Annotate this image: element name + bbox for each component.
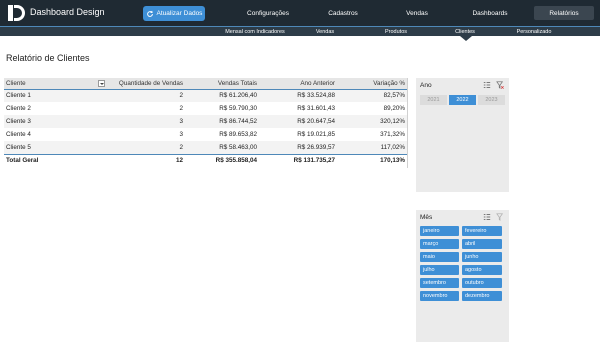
cell-cliente: Cliente 5 <box>4 141 104 154</box>
client-report-table: Cliente Quantidade de Vendas Vendas Tota… <box>4 78 407 166</box>
cell-vendas-totais: R$ 89.653,82 <box>185 128 259 141</box>
cell-quantidade: 2 <box>104 89 185 102</box>
nav-relatorios[interactable]: Relatórios <box>534 6 594 20</box>
app-title: Dashboard Design <box>30 7 105 17</box>
table-row: Cliente 5 2 R$ 58.463,00 R$ 26.939,57 11… <box>4 141 407 154</box>
slicer-mes-item[interactable]: janeiro <box>420 226 459 236</box>
slicer-mes-item[interactable]: novembro <box>420 291 459 301</box>
nav-cadastros[interactable]: Cadastros <box>318 0 368 26</box>
slicer-ano-title: Ano <box>420 82 432 89</box>
subnav-produtos[interactable]: Produtos <box>377 27 415 37</box>
slicer-ano: Ano 2021 2022 2023 <box>416 78 509 192</box>
dropdown-filter-icon[interactable] <box>98 80 105 87</box>
total-quantidade: 12 <box>104 153 185 166</box>
multi-select-icon[interactable] <box>483 81 491 89</box>
table-total-row: Total Geral 12 R$ 355.858,04 R$ 131.735,… <box>4 153 407 166</box>
subnav-vendas[interactable]: Vendas <box>308 27 342 37</box>
header-quantidade: Quantidade de Vendas <box>104 78 185 90</box>
cell-cliente: Cliente 2 <box>4 102 104 115</box>
refresh-data-button[interactable]: Atualizar Dados <box>143 6 205 21</box>
cell-variacao: 320,12% <box>337 115 407 128</box>
slicer-ano-item[interactable]: 2023 <box>478 95 505 105</box>
cell-cliente: Cliente 4 <box>4 128 104 141</box>
cell-ano-anterior: R$ 20.647,54 <box>259 115 337 128</box>
slicer-mes: Mês janeiro fevereiro março abril maio j… <box>416 210 509 342</box>
multi-select-icon[interactable] <box>483 213 491 221</box>
table-row: Cliente 2 2 R$ 59.790,30 R$ 31.601,43 89… <box>4 102 407 115</box>
clear-filter-icon[interactable] <box>496 213 504 221</box>
slicer-ano-item[interactable]: 2022 <box>449 95 476 105</box>
slicer-mes-item[interactable]: junho <box>462 252 502 262</box>
total-label: Total Geral <box>4 153 104 166</box>
header-vendas-totais: Vendas Totais <box>185 78 259 90</box>
header-cliente-label: Cliente <box>6 79 26 87</box>
slicer-mes-items: janeiro fevereiro março abril maio junho… <box>420 226 504 301</box>
header-cliente: Cliente <box>4 78 105 90</box>
sub-nav-bar: Mensal com Indicadores Vendas Produtos C… <box>0 26 600 36</box>
slicer-ano-item[interactable]: 2021 <box>420 95 447 105</box>
clear-filter-icon[interactable] <box>496 81 504 89</box>
cell-ano-anterior: R$ 26.939,57 <box>259 141 337 154</box>
slicer-mes-title: Mês <box>420 214 433 221</box>
slicer-mes-item[interactable]: julho <box>420 265 459 275</box>
slicer-mes-item[interactable]: maio <box>420 252 459 262</box>
subnav-mensal-indicadores[interactable]: Mensal com Indicadores <box>222 27 288 37</box>
cell-ano-anterior: R$ 31.601,43 <box>259 102 337 115</box>
cell-cliente: Cliente 3 <box>4 115 104 128</box>
table-header-row: Cliente Quantidade de Vendas Vendas Tota… <box>4 78 407 90</box>
page-title: Relatório de Clientes <box>6 53 90 63</box>
subnav-personalizado[interactable]: Personalizado <box>510 27 558 37</box>
nav-configuracoes[interactable]: Configurações <box>236 0 300 26</box>
total-ano-anterior: R$ 131.735,27 <box>259 153 337 166</box>
slicer-mes-item[interactable]: setembro <box>420 278 459 288</box>
total-vendas-totais: R$ 355.858,04 <box>185 153 259 166</box>
slicer-mes-item[interactable]: abril <box>462 239 502 249</box>
refresh-icon <box>146 10 153 17</box>
slicer-mes-item[interactable]: outubro <box>462 278 502 288</box>
header-ano-anterior: Ano Anterior <box>259 78 337 90</box>
table-row: Cliente 4 3 R$ 89.653,82 R$ 19.021,85 37… <box>4 128 407 141</box>
header-variacao: Variação % <box>337 78 407 90</box>
slicer-mes-item[interactable]: fevereiro <box>462 226 502 236</box>
table-right-border <box>407 78 408 168</box>
cell-vendas-totais: R$ 59.790,30 <box>185 102 259 115</box>
cell-cliente: Cliente 1 <box>4 89 104 102</box>
cell-ano-anterior: R$ 33.524,88 <box>259 89 337 102</box>
cell-variacao: 82,57% <box>337 89 407 102</box>
cell-ano-anterior: R$ 19.021,85 <box>259 128 337 141</box>
table-row: Cliente 3 3 R$ 86.744,52 R$ 20.647,54 32… <box>4 115 407 128</box>
slicer-mes-item[interactable]: agosto <box>462 265 502 275</box>
logo-icon <box>8 5 26 21</box>
slicer-mes-item[interactable]: março <box>420 239 459 249</box>
cell-quantidade: 2 <box>104 141 185 154</box>
cell-variacao: 117,02% <box>337 141 407 154</box>
cell-variacao: 89,20% <box>337 102 407 115</box>
slicer-mes-item[interactable]: dezembro <box>462 291 502 301</box>
total-variacao: 170,13% <box>337 153 407 166</box>
nav-vendas[interactable]: Vendas <box>400 0 434 26</box>
table-row: Cliente 1 2 R$ 61.206,40 R$ 33.524,88 82… <box>4 89 407 102</box>
top-bar: Dashboard Design Atualizar Dados Configu… <box>0 0 600 26</box>
cell-variacao: 371,32% <box>337 128 407 141</box>
nav-dashboards[interactable]: Dashboards <box>468 0 512 26</box>
cell-quantidade: 3 <box>104 115 185 128</box>
cell-vendas-totais: R$ 61.206,40 <box>185 89 259 102</box>
cell-vendas-totais: R$ 86.744,52 <box>185 115 259 128</box>
cell-quantidade: 2 <box>104 102 185 115</box>
cell-quantidade: 3 <box>104 128 185 141</box>
cell-vendas-totais: R$ 58.463,00 <box>185 141 259 154</box>
active-tab-caret <box>460 36 472 41</box>
refresh-data-label: Atualizar Dados <box>156 10 203 17</box>
